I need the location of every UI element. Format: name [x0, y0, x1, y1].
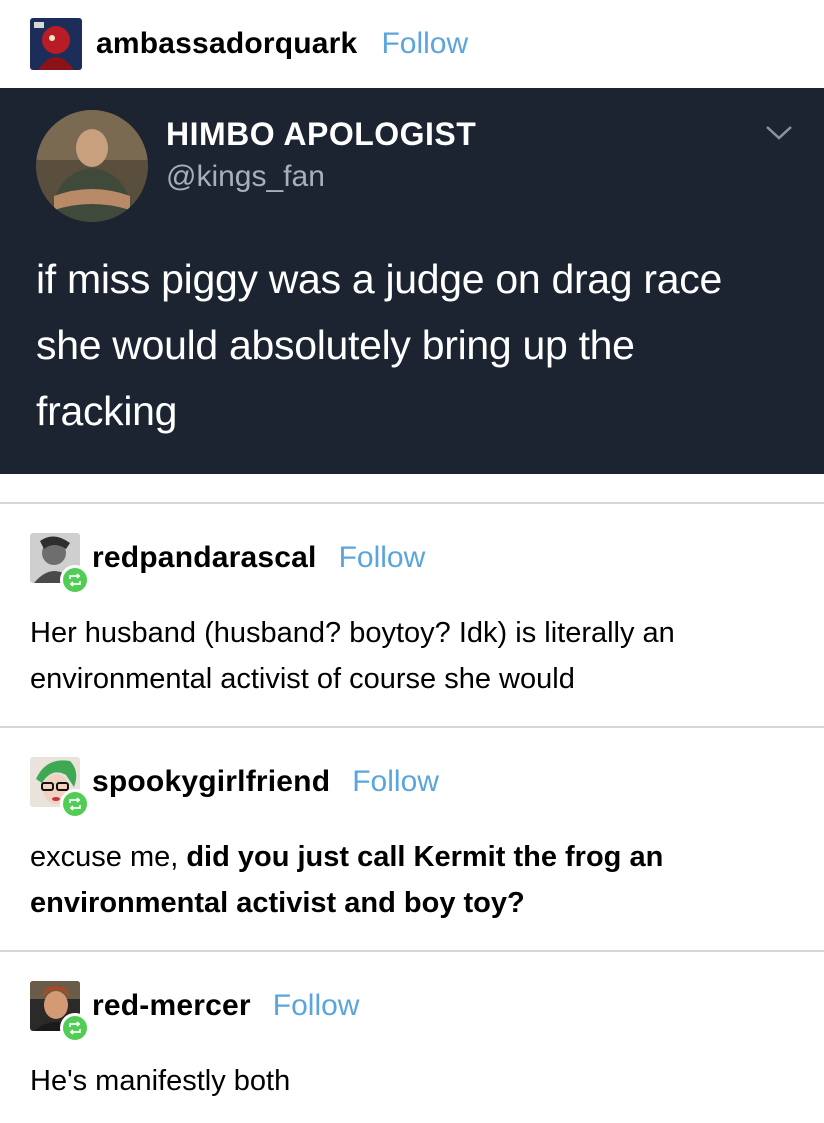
- text-line: environmental activist of course she wou…: [30, 663, 575, 695]
- text-bold: environmental activist and boy toy?: [30, 887, 525, 919]
- username[interactable]: red-mercer: [92, 989, 251, 1023]
- reblog-text: excuse me, did you just call Kermit the …: [0, 834, 824, 926]
- reblog-icon: [60, 1013, 90, 1043]
- follow-button[interactable]: Follow: [381, 27, 468, 61]
- embedded-tweet: HIMBO APOLOGIST @kings_fan if miss piggy…: [0, 88, 824, 474]
- post-header: ambassadorquark Follow: [0, 0, 824, 88]
- reblog-entry: spookygirlfriend Follow excuse me, did y…: [0, 752, 824, 926]
- reblog-icon: [60, 565, 90, 595]
- avatar-red-mercer[interactable]: [30, 981, 90, 1043]
- reblog-text: He's manifestly both: [0, 1058, 824, 1104]
- follow-button[interactable]: Follow: [273, 989, 360, 1023]
- text-line: Her husband (husband? boytoy? Idk) is li…: [30, 617, 675, 649]
- reblog-icon: [60, 789, 90, 819]
- tweet-line: if miss piggy was a judge on drag race: [36, 256, 722, 302]
- text-line: He's manifestly both: [30, 1065, 291, 1097]
- text-bold: did you just call Kermit the frog an: [186, 841, 664, 873]
- divider: [0, 950, 824, 952]
- follow-button[interactable]: Follow: [339, 541, 426, 575]
- reblog-text: Her husband (husband? boytoy? Idk) is li…: [0, 610, 824, 702]
- username[interactable]: spookygirlfriend: [92, 765, 330, 799]
- text-line: excuse me, did you just call Kermit the …: [30, 834, 794, 880]
- tweet-line: she would absolutely bring up the: [36, 322, 635, 368]
- reblog-entry: redpandarascal Follow Her husband (husba…: [0, 528, 824, 702]
- tweet-line: fracking: [36, 388, 178, 434]
- chevron-down-icon[interactable]: [764, 122, 794, 144]
- text-plain: excuse me,: [30, 841, 187, 873]
- reblog-entry: red-mercer Follow He's manifestly both: [0, 976, 824, 1104]
- tweet-text: if miss piggy was a judge on drag race s…: [36, 246, 796, 444]
- avatar-redpandarascal[interactable]: [30, 533, 90, 595]
- username[interactable]: ambassadorquark: [96, 27, 357, 61]
- tweet-avatar: [36, 110, 148, 222]
- tweet-handle: @kings_fan: [166, 160, 325, 193]
- avatar-spookygirlfriend[interactable]: [30, 757, 90, 819]
- tweet-display-name: HIMBO APOLOGIST: [166, 116, 477, 152]
- divider: [0, 726, 824, 728]
- username[interactable]: redpandarascal: [92, 541, 317, 575]
- reblog-header: redpandarascal Follow: [0, 528, 824, 595]
- avatar-ambassadorquark[interactable]: [30, 18, 82, 70]
- follow-button[interactable]: Follow: [352, 765, 439, 799]
- reblog-header: red-mercer Follow: [0, 976, 824, 1043]
- reblog-header: spookygirlfriend Follow: [0, 752, 824, 819]
- divider: [0, 502, 824, 504]
